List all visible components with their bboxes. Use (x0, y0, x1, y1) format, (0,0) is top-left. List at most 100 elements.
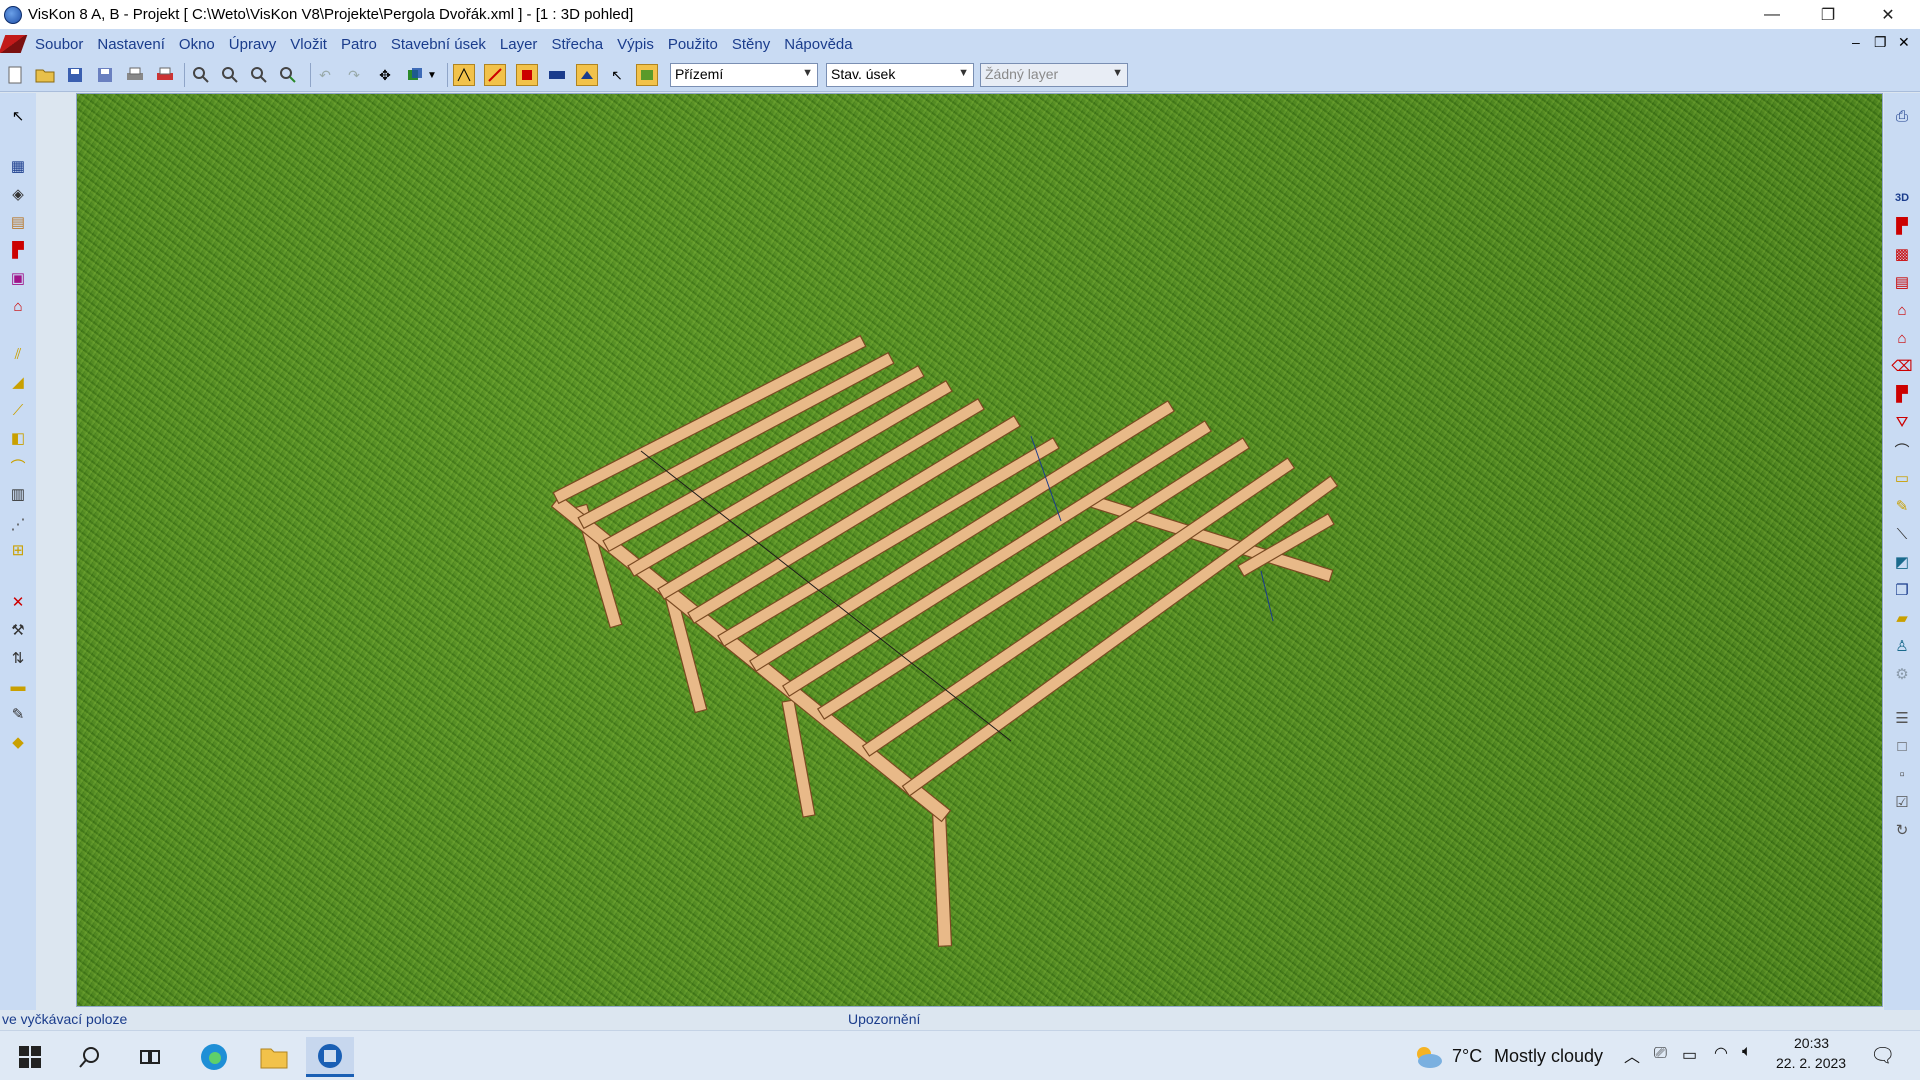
menu-steny[interactable]: Stěny (725, 36, 777, 53)
menu-upravy[interactable]: Úpravy (222, 36, 284, 53)
select-arrow-icon[interactable]: ↖ (606, 64, 628, 86)
rafter-icon[interactable]: ◢ (6, 371, 30, 393)
post[interactable] (931, 810, 953, 947)
grid-snap-icon[interactable] (453, 64, 475, 86)
menu-strecha[interactable]: Střecha (544, 36, 610, 53)
mdi-restore-button[interactable]: ❐ (1874, 34, 1887, 51)
arch-icon[interactable]: ⌒ (6, 455, 30, 477)
window-icon[interactable]: ▤ (6, 211, 30, 233)
battery-icon[interactable]: ▭ (1682, 1045, 1697, 1065)
purlin[interactable] (717, 437, 1060, 647)
numbering-icon[interactable]: ▬ (6, 675, 30, 697)
table-view-icon[interactable]: ▤ (1890, 271, 1914, 293)
wall-icon[interactable]: ▛ (6, 239, 30, 261)
tools-icon[interactable]: ⚒ (6, 619, 30, 641)
layers-icon[interactable]: ◈ (6, 183, 30, 205)
search-icon[interactable] (74, 1041, 106, 1073)
meet-now-icon[interactable]: ⎚ (1654, 1045, 1667, 1063)
box-icon[interactable]: ▫ (1890, 763, 1914, 785)
dimension-icon[interactable]: ⊞ (6, 539, 30, 561)
house-icon[interactable]: ⌂ (6, 295, 30, 317)
layer-manager-icon[interactable] (636, 64, 658, 86)
print-icon[interactable] (124, 64, 146, 86)
task-view-icon[interactable] (134, 1041, 166, 1073)
menu-patro[interactable]: Patro (334, 36, 384, 53)
menu-okno[interactable]: Okno (172, 36, 222, 53)
clock-date[interactable]: 22. 2. 2023 (1776, 1055, 1846, 1071)
undo-icon[interactable]: ↶ (314, 64, 336, 86)
check-box-icon[interactable]: ☑ (1890, 791, 1914, 813)
measure-icon[interactable]: ⇅ (6, 647, 30, 669)
printer-view-icon[interactable]: ⎙ (1890, 105, 1914, 127)
shape-icon[interactable]: ⛛ (1890, 411, 1914, 433)
eraser-icon[interactable]: ⌫ (1890, 355, 1914, 377)
menu-soubor[interactable]: Soubor (28, 36, 90, 53)
menu-vlozit[interactable]: Vložit (283, 36, 334, 53)
print-preview-icon[interactable] (154, 64, 176, 86)
menu-pouzito[interactable]: Použito (661, 36, 725, 53)
layer-select[interactable]: Žádný layer ▼ (980, 63, 1128, 87)
menu-stavebni-usek[interactable]: Stavební úsek (384, 36, 493, 53)
edit-icon[interactable]: ✎ (6, 703, 30, 725)
person-icon[interactable]: ♙ (1890, 635, 1914, 657)
square-icon[interactable]: □ (1890, 735, 1914, 757)
mdi-minimize-button[interactable]: ‒ (1852, 34, 1860, 50)
line-icon[interactable]: ⋰ (6, 513, 30, 535)
restore-button[interactable]: ❐ (1800, 0, 1856, 29)
file-explorer-icon[interactable] (258, 1041, 290, 1073)
menu-napoveda[interactable]: Nápověda (777, 36, 859, 53)
brace-icon[interactable]: ⟋ (6, 399, 30, 421)
refresh-icon[interactable]: ↻ (1890, 819, 1914, 841)
point-snap-icon[interactable] (484, 64, 506, 86)
save-icon[interactable] (64, 64, 86, 86)
post[interactable] (781, 699, 816, 818)
purlin[interactable] (552, 334, 867, 505)
3d-view-icon[interactable]: 3D (1890, 187, 1914, 209)
beam-icon[interactable]: ⫽ (6, 343, 30, 365)
notification-icon[interactable]: 🗨︎ (1870, 1043, 1895, 1068)
frame-icon[interactable]: ▭ (1890, 467, 1914, 489)
viskon-app-icon[interactable] (4, 5, 22, 24)
zoom-in-icon[interactable] (190, 64, 212, 86)
joists-icon[interactable]: ▥ (6, 483, 30, 505)
door-icon[interactable]: ▣ (6, 267, 30, 289)
wifi-icon[interactable]: ◠ (1714, 1043, 1728, 1063)
wall-tool-icon[interactable] (516, 64, 538, 86)
document-icon[interactable] (0, 35, 28, 53)
panel-icon[interactable]: ▛ (1890, 383, 1914, 405)
windows-start-icon[interactable] (14, 1041, 46, 1073)
floor-select[interactable]: Přízemí ▼ (670, 63, 818, 87)
weather-cloud-icon[interactable] (1412, 1041, 1444, 1073)
mdi-close-button[interactable]: ✕ (1898, 34, 1910, 51)
mirror-icon[interactable]: ◆ (6, 731, 30, 753)
3d-viewport[interactable] (76, 93, 1883, 1007)
clock-time[interactable]: 20:33 (1794, 1035, 1829, 1051)
volume-icon[interactable]: 🔈︎ (1742, 1043, 1752, 1061)
pencil-icon[interactable]: ✎ (1890, 495, 1914, 517)
folder-icon[interactable]: ▰ (1890, 607, 1914, 629)
minimize-button[interactable]: — (1744, 0, 1800, 29)
list-icon[interactable]: ☰ (1890, 707, 1914, 729)
open-folder-icon[interactable] (34, 64, 56, 86)
roof-view-icon[interactable]: ⌂ (1890, 327, 1914, 349)
move-crosshair-icon[interactable]: ✥ (374, 64, 396, 86)
zoom-window-icon[interactable] (248, 64, 270, 86)
curve-icon[interactable]: ⌒ (1890, 439, 1914, 461)
zoom-all-icon[interactable] (277, 64, 299, 86)
layer-view-icon[interactable] (546, 64, 568, 86)
menu-nastaveni[interactable]: Nastavení (90, 36, 172, 53)
diagonal-icon[interactable]: ⟍ (1890, 523, 1914, 545)
house-view-icon[interactable]: ⌂ (1890, 299, 1914, 321)
3d-object-icon[interactable] (404, 64, 426, 86)
floor-plan-icon[interactable]: ▦ (6, 155, 30, 177)
section-view-icon[interactable]: ▩ (1890, 243, 1914, 265)
pergola-model[interactable] (77, 94, 1883, 1007)
redo-icon[interactable]: ↷ (343, 64, 365, 86)
elevation-icon[interactable]: ▛ (1890, 215, 1914, 237)
settings-icon[interactable]: ⚙ (1890, 663, 1914, 685)
weather-description[interactable]: Mostly cloudy (1494, 1046, 1603, 1067)
chevron-up-icon[interactable]: ︿ (1624, 1043, 1640, 1067)
menu-vypis[interactable]: Výpis (610, 36, 661, 53)
roof-tool-icon[interactable] (576, 64, 598, 86)
section-select[interactable]: Stav. úsek ▼ (826, 63, 974, 87)
